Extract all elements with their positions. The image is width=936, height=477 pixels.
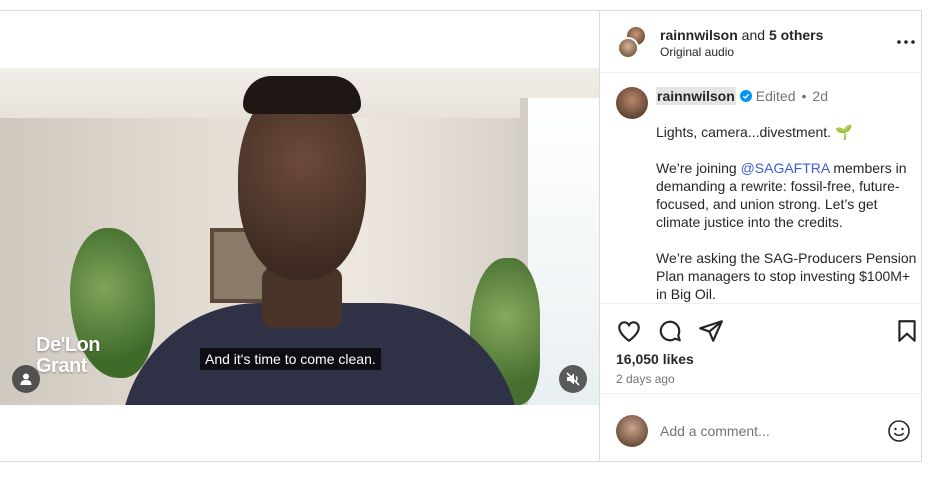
header-others-link[interactable]: 5 others [769,27,823,43]
overlay-last-name: Grant [36,355,87,377]
caption-line-1: Lights, camera...divestment. 🌱 [656,123,918,141]
header-username-link[interactable]: rainnwilson [660,27,738,43]
post-age[interactable]: 2d [812,87,828,105]
save-button[interactable] [894,318,920,344]
heart-icon [618,321,640,343]
collab-avatars[interactable] [617,25,649,59]
seedling-emoji: 🌱 [834,124,853,140]
meta-separator: • [801,88,807,104]
overlay-first-name: De'Lon [36,334,100,356]
emoji-icon [888,420,910,442]
share-icon [699,320,723,342]
caption-username-link[interactable]: rainnwilson [656,87,736,105]
comment-icon [659,320,681,342]
header-joiner: and [737,27,769,43]
avatar [616,415,648,447]
header-text: rainnwilson and 5 others Original audio [660,26,823,60]
likes-count[interactable]: 16,050 likes [616,351,694,367]
header-authors: rainnwilson and 5 others [660,26,823,44]
more-options-button[interactable] [896,34,916,50]
share-button[interactable] [698,318,724,344]
comment-input[interactable] [660,420,880,442]
emoji-button[interactable] [887,419,911,443]
video-person-hair [243,76,361,114]
post-header: rainnwilson and 5 others Original audio [600,11,921,73]
verified-icon [739,90,752,102]
caption-p2-before: We’re joining [656,160,741,176]
bookmark-icon [898,320,916,342]
post-timestamp[interactable]: 2 days ago [616,372,675,386]
avatar[interactable] [616,87,648,119]
comment-button[interactable] [657,318,683,344]
video-player[interactable]: De'Lon Grant And it's time to come clean… [0,68,599,405]
user-tag-icon [20,373,32,385]
post-container: De'Lon Grant And it's time to come clean… [0,10,922,462]
edited-label: Edited [755,88,796,104]
caption-paragraph-2: We’re joining @SAGAFTRA members in deman… [656,159,918,231]
add-comment-bar [600,393,922,461]
avatar [617,37,639,59]
side-pane: rainnwilson and 5 others Original audio … [599,11,922,461]
audio-link[interactable]: Original audio [660,44,823,60]
caption-meta: rainnwilson Edited • 2d [656,87,918,105]
like-button[interactable] [616,318,642,344]
action-bar: 16,050 likes 2 days ago [600,304,921,390]
mute-button[interactable] [559,365,587,393]
mute-icon [566,372,580,386]
caption-line-1-text: Lights, camera...divestment. [656,124,835,140]
post-caption: rainnwilson Edited • 2d Lights, camera..… [600,73,921,304]
mention-link[interactable]: @SAGAFTRA [741,160,830,176]
media-pane: De'Lon Grant And it's time to come clean… [0,11,599,461]
caption-paragraph-3: We’re asking the SAG-Producers Pension P… [656,250,917,302]
user-tag-button[interactable] [12,365,40,393]
video-subtitle: And it's time to come clean. [200,348,381,370]
caption-body: rainnwilson Edited • 2d Lights, camera..… [656,87,918,303]
video-name-overlay: De'Lon Grant [36,335,100,377]
more-icon [897,40,915,44]
